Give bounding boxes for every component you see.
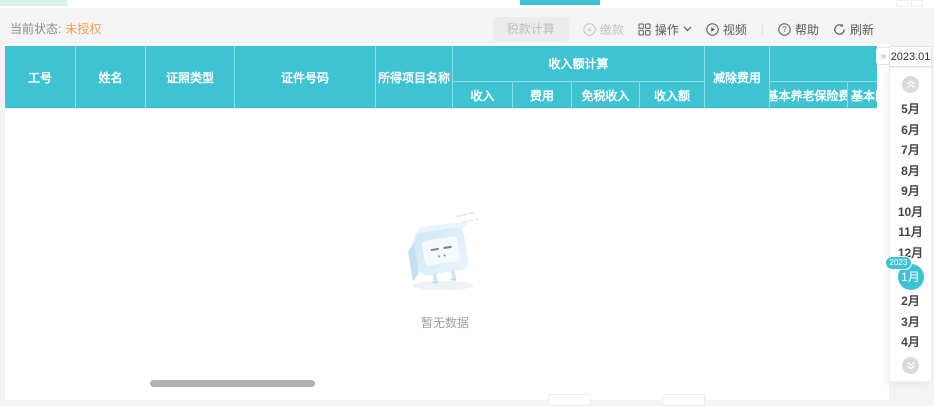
chevron-right-double-icon: » (880, 50, 887, 62)
horizontal-scrollbar-thumb[interactable] (150, 380, 315, 387)
col-income-item: 所得项目名称 (376, 46, 453, 108)
refresh-button[interactable]: 刷新 (833, 21, 874, 38)
clipped-button-left[interactable] (548, 394, 591, 406)
question-help-icon: ? (778, 22, 791, 36)
refresh-label: 刷新 (849, 22, 874, 37)
top-strip-active-tab-segment (520, 0, 600, 5)
col-group-income-calc: 收入额计算 收入 费用 免税收入 收入额 (453, 46, 705, 108)
month-list: 5月 6月 7月 8月 9月 10月 11月 12月 1月 2023 2月 3月… (884, 99, 931, 353)
empty-state-text: 暂无数据 (420, 316, 469, 330)
svg-text:?: ? (782, 25, 787, 34)
month-item-8[interactable]: 8月 (890, 161, 931, 182)
top-strip (0, 0, 934, 8)
help-button[interactable]: ? 帮助 (778, 21, 819, 38)
month-item-10[interactable]: 10月 (890, 202, 931, 223)
col-pension: 基本养老保险费 (770, 82, 848, 108)
help-label: 帮助 (794, 22, 819, 37)
status-value: 未授权 (65, 22, 102, 36)
month-item-1-selected[interactable]: 1月 2023 (884, 256, 924, 290)
col-cert-no: 证件号码 (235, 46, 376, 108)
toolbar: 税款计算 ¥ 缴款 操作 视频 | ? 帮助 刷新 (492, 16, 874, 42)
toolbar-separator: | (760, 22, 764, 36)
col-deduction: 减除费用 (705, 46, 770, 108)
col-name: 姓名 (76, 46, 146, 108)
top-strip-box-2 (911, 0, 923, 7)
actions-label: 操作 (654, 22, 679, 37)
group-insurance-title (770, 46, 877, 82)
month-item-2[interactable]: 2月 (890, 291, 931, 312)
selected-month-label: 1月 (901, 270, 920, 284)
col-group-insurance: 基本养老保险费 基本医疗保险费 (770, 46, 877, 108)
play-video-icon (706, 22, 719, 36)
collapse-panel-tab[interactable]: » (876, 47, 890, 65)
table-header-underline (5, 108, 877, 109)
scroll-down-button[interactable] (902, 356, 919, 374)
clipped-button-right[interactable] (662, 394, 705, 406)
col-income: 收入 (453, 82, 513, 108)
tax-calc-button[interactable]: 税款计算 (492, 17, 569, 41)
col-emp-no: 工号 (5, 46, 76, 108)
month-item-5[interactable]: 5月 (890, 99, 931, 120)
month-item-7[interactable]: 7月 (890, 140, 931, 161)
pay-label: 缴款 (599, 22, 624, 37)
month-item-9[interactable]: 9月 (890, 181, 931, 202)
status-label: 当前状态: (10, 22, 62, 36)
chevron-down-icon (683, 26, 692, 32)
col-medical-clipped: 基本医疗保险费 (851, 88, 877, 103)
actions-dropdown[interactable]: 操作 (638, 21, 692, 38)
year-badge: 2023 (884, 256, 913, 270)
content-panel: 工号 姓名 证照类型 证件号码 所得项目名称 收入额计算 收入 费用 免税收入 … (5, 44, 889, 406)
top-strip-mint-segment (0, 0, 67, 6)
group-income-calc-title: 收入额计算 (453, 46, 705, 82)
svg-text:¥: ¥ (587, 25, 592, 34)
video-button[interactable]: 视频 (706, 21, 747, 38)
current-period-value: 2023.01 (890, 50, 931, 63)
grid-icon (638, 23, 651, 35)
pay-button[interactable]: ¥ 缴款 (583, 21, 624, 38)
month-item-6[interactable]: 6月 (890, 120, 931, 141)
table-header: 工号 姓名 证照类型 证件号码 所得项目名称 收入额计算 收入 费用 免税收入 … (5, 46, 877, 108)
empty-state: 暂无数据 (359, 209, 531, 331)
col-cert-type: 证照类型 (146, 46, 235, 108)
current-status: 当前状态: 未授权 (10, 20, 101, 37)
chevron-up-double-icon (906, 80, 915, 89)
month-sidebar: 5月 6月 7月 8月 9月 10月 11月 12月 1月 2023 2月 3月… (884, 67, 932, 382)
no-data-illustration (408, 211, 479, 291)
current-period: 2023.01 (889, 46, 932, 67)
month-item-4[interactable]: 4月 (890, 332, 931, 353)
col-income-amount: 收入额 (640, 82, 705, 108)
col-tax-free-income: 免税收入 (572, 82, 640, 108)
col-fee: 费用 (513, 82, 572, 108)
refresh-icon (834, 23, 845, 35)
month-item-11[interactable]: 11月 (890, 222, 931, 243)
top-strip-box-1 (896, 0, 908, 7)
video-label: 视频 (722, 22, 747, 37)
scroll-up-button[interactable] (902, 76, 919, 93)
chevron-down-double-icon (906, 361, 915, 370)
month-item-3[interactable]: 3月 (890, 312, 931, 333)
pay-yuan-icon: ¥ (583, 22, 596, 36)
